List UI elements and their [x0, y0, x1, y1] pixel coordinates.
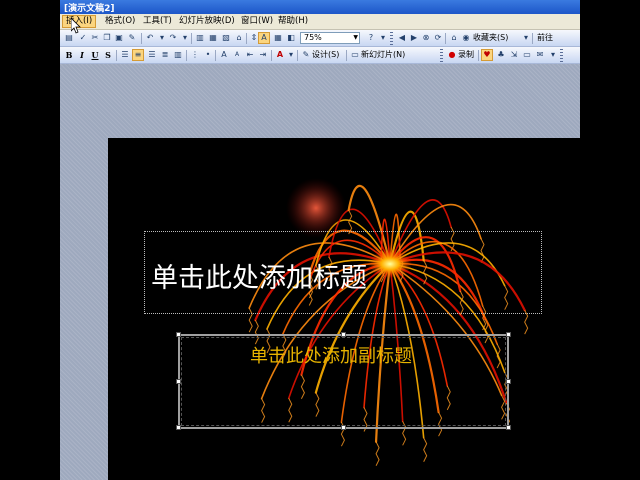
stop-icon[interactable]: ⊗: [420, 32, 432, 44]
refresh-icon[interactable]: ⟳: [432, 32, 444, 44]
note-icon[interactable]: ✉: [534, 49, 546, 61]
insert-chart-icon[interactable]: ▥: [194, 32, 206, 44]
go-menu[interactable]: 前往: [537, 32, 553, 44]
mouse-cursor-icon: [71, 18, 81, 34]
menu-slideshow[interactable]: 幻灯片放映(D): [176, 15, 238, 28]
toolbar-separator: [346, 50, 347, 61]
dropdown-arrow-icon[interactable]: ▾: [179, 32, 191, 44]
resize-handle[interactable]: [176, 379, 181, 384]
dropdown-arrow-icon[interactable]: ▾: [547, 49, 559, 61]
toolbar-separator: [186, 50, 187, 61]
back-icon[interactable]: ◀: [396, 32, 408, 44]
standard-toolbar: ▤ ✓ ✂ ❐ ▣ ✎ ↶ ▾ ↷ ▾ ▥ ▦ ▧ ⌂ ⇕ A ▦ ◧ 75% …: [60, 30, 580, 47]
redo-icon[interactable]: ↷: [167, 32, 179, 44]
design-button[interactable]: 设计(S): [312, 49, 339, 61]
cut-icon[interactable]: ✂: [89, 32, 101, 44]
resize-handle[interactable]: [341, 425, 346, 430]
copy-icon[interactable]: ❐: [101, 32, 113, 44]
monitor-icon[interactable]: ▭: [521, 49, 533, 61]
favorites-menu[interactable]: 收藏夹(S): [473, 32, 508, 44]
title-bar: [演示文稿2]: [60, 0, 580, 14]
grid-icon[interactable]: ▦: [272, 32, 284, 44]
menu-format[interactable]: 格式(O): [102, 15, 138, 28]
resize-handle[interactable]: [506, 425, 511, 430]
subtitle-placeholder[interactable]: 单击此处添加副标题: [176, 332, 511, 430]
tables-borders-icon[interactable]: ▧: [220, 32, 232, 44]
resize-handle[interactable]: [341, 332, 346, 337]
increase-font-icon[interactable]: A: [218, 49, 230, 61]
bold-icon[interactable]: B: [63, 49, 75, 61]
subtitle-placeholder-text: 单击此处添加副标题: [250, 346, 412, 367]
new-slide-icon[interactable]: ▭: [349, 49, 361, 61]
new-slide-button[interactable]: 新幻灯片(N): [361, 49, 405, 61]
menu-window[interactable]: 窗口(W): [238, 15, 276, 28]
design-icon[interactable]: ✎: [300, 49, 312, 61]
title-placeholder[interactable]: 单击此处添加标题: [144, 231, 542, 314]
resize-handle[interactable]: [176, 332, 181, 337]
insert-hyperlink-icon[interactable]: ⌂: [233, 32, 245, 44]
toolbar-separator: [271, 50, 272, 61]
slide-canvas[interactable]: 单击此处添加标题 单击此处添加副标题: [108, 138, 580, 480]
shadow-icon[interactable]: S: [102, 49, 114, 61]
chevron-down-icon: ▼: [353, 34, 358, 41]
pointer-icon[interactable]: ⇲: [508, 49, 520, 61]
toolbar-separator: [191, 33, 192, 44]
increase-indent-icon[interactable]: ⇥: [257, 49, 269, 61]
insert-table-icon[interactable]: ▦: [207, 32, 219, 44]
forward-icon[interactable]: ▶: [408, 32, 420, 44]
formatting-toolbar: B I U S ☰ ≡ ☰ ≣ ▥ ⋮ • A A ⇤ ⇥ A ▾ ✎ 设计(S…: [60, 47, 580, 64]
undo-icon[interactable]: ↶: [144, 32, 156, 44]
toolbar-separator: [445, 33, 446, 44]
zoom-select[interactable]: 75% ▼: [300, 32, 360, 44]
toolbar-separator: [246, 33, 247, 44]
resize-handle[interactable]: [506, 379, 511, 384]
bullets-icon[interactable]: •: [202, 49, 214, 61]
toolbar-grip[interactable]: [560, 49, 563, 62]
toolbar-separator: [478, 50, 479, 61]
show-formatting-icon[interactable]: A: [258, 32, 270, 44]
toolbar-grip[interactable]: [390, 32, 393, 45]
align-center-icon[interactable]: ≡: [132, 49, 144, 61]
toolbar-separator: [215, 50, 216, 61]
record-button[interactable]: 录制: [458, 49, 474, 61]
window-title: [演示文稿2]: [64, 4, 115, 14]
justify-icon[interactable]: ≣: [159, 49, 171, 61]
toolbar-separator: [532, 33, 533, 44]
help-icon[interactable]: ?: [365, 32, 377, 44]
slide-workspace: 单击此处添加标题 单击此处添加副标题: [60, 64, 580, 480]
resize-handle[interactable]: [176, 425, 181, 430]
numbering-icon[interactable]: ⋮: [189, 49, 201, 61]
record-icon[interactable]: ●: [446, 49, 458, 61]
color-grayscale-icon[interactable]: ◧: [285, 32, 297, 44]
resize-handle[interactable]: [506, 332, 511, 337]
paste-icon[interactable]: ▣: [113, 32, 125, 44]
toolbar-separator: [297, 50, 298, 61]
distributed-icon[interactable]: ▥: [172, 49, 184, 61]
search-web-icon[interactable]: ◉: [460, 32, 472, 44]
toolbar-grip[interactable]: [440, 49, 443, 62]
dropdown-arrow-icon[interactable]: ▾: [377, 32, 389, 44]
figure-icon[interactable]: ♣: [495, 49, 507, 61]
format-painter-icon[interactable]: ✎: [126, 32, 138, 44]
zoom-value: 75%: [304, 33, 322, 42]
toolbar-separator: [116, 50, 117, 61]
start-page-icon[interactable]: ⌂: [448, 32, 460, 44]
title-placeholder-text: 单击此处添加标题: [151, 263, 367, 294]
menu-bar: 插入(I) 格式(O) 工具(T) 幻灯片放映(D) 窗口(W) 帮助(H): [60, 14, 580, 30]
align-left-icon[interactable]: ☰: [119, 49, 131, 61]
italic-icon[interactable]: I: [76, 49, 88, 61]
heart-icon[interactable]: ♥: [481, 49, 493, 61]
align-right-icon[interactable]: ☰: [146, 49, 158, 61]
decrease-indent-icon[interactable]: ⇤: [244, 49, 256, 61]
underline-icon[interactable]: U: [89, 49, 101, 61]
dropdown-arrow-icon[interactable]: ▾: [520, 32, 532, 44]
menu-help[interactable]: 帮助(H): [275, 15, 311, 28]
menu-tools[interactable]: 工具(T): [140, 15, 175, 28]
decrease-font-icon[interactable]: A: [231, 49, 243, 61]
dropdown-arrow-icon[interactable]: ▾: [285, 49, 297, 61]
toolbar-separator: [141, 33, 142, 44]
app-window: [演示文稿2] 插入(I) 格式(O) 工具(T) 幻灯片放映(D) 窗口(W)…: [60, 0, 580, 480]
